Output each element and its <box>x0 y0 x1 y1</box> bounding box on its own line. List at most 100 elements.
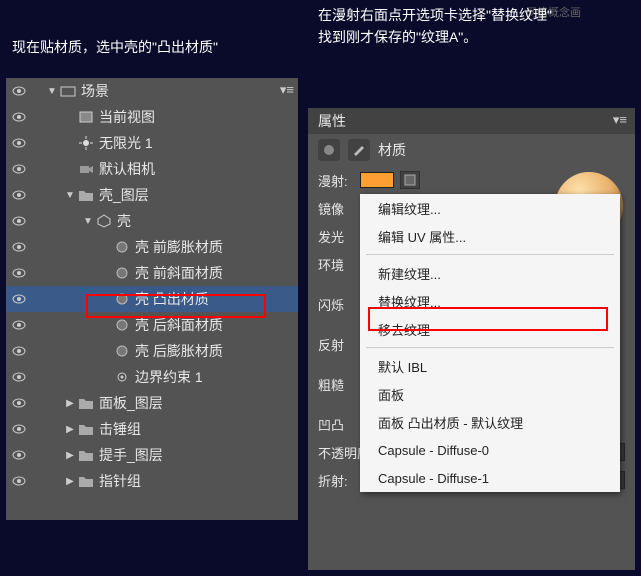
menu-item[interactable]: 移去纹理 <box>360 315 620 343</box>
tree-row-label: 壳 后膨胀材质 <box>135 341 223 361</box>
expand-arrow-icon[interactable]: ▼ <box>45 86 59 97</box>
tree-row[interactable]: 壳 后膨胀材质 <box>6 338 298 364</box>
visibility-eye-icon[interactable] <box>10 396 28 410</box>
folder-icon <box>77 187 95 203</box>
tree-row-label: 默认相机 <box>99 159 155 179</box>
diffuse-texture-button[interactable] <box>400 171 420 189</box>
texture-context-menu: 编辑纹理...编辑 UV 属性... 新建纹理...替换纹理...移去纹理默认 I… <box>360 194 620 492</box>
properties-title: 属性 <box>318 111 346 131</box>
properties-header: 属性 ▾≡ <box>308 108 635 134</box>
material-icon <box>113 317 131 333</box>
collapse-arrow-icon[interactable]: ▶ <box>63 476 77 487</box>
tree-row[interactable]: 无限光 1 <box>6 130 298 156</box>
diffuse-row: 漫射: <box>308 166 635 194</box>
visibility-eye-icon[interactable] <box>10 84 28 98</box>
camera-icon <box>77 161 95 177</box>
visibility-eye-icon[interactable] <box>10 422 28 436</box>
collapse-arrow-icon[interactable]: ▶ <box>63 424 77 435</box>
visibility-eye-icon[interactable] <box>10 318 28 332</box>
visibility-eye-icon[interactable] <box>10 474 28 488</box>
visibility-eye-icon[interactable] <box>10 448 28 462</box>
tree-row-label: 当前视图 <box>99 107 155 127</box>
material-mode-icon[interactable] <box>318 139 340 161</box>
collapse-arrow-icon[interactable]: ▶ <box>63 450 77 461</box>
menu-item[interactable]: 面板 <box>360 380 620 408</box>
visibility-eye-icon[interactable] <box>10 162 28 176</box>
material-icon <box>113 343 131 359</box>
tree-row-label: 场景 <box>81 81 109 101</box>
visibility-eye-icon[interactable] <box>10 370 28 384</box>
tree-row-label: 无限光 1 <box>99 133 153 153</box>
tree-row[interactable]: ▼ 壳_图层 <box>6 182 298 208</box>
visibility-eye-icon[interactable] <box>10 188 28 202</box>
visibility-eye-icon[interactable] <box>10 292 28 306</box>
menu-item[interactable]: 编辑纹理... <box>360 194 620 222</box>
emit-label: 发光 <box>318 227 354 246</box>
menu-item[interactable]: 默认 IBL <box>360 352 620 380</box>
blink-label: 闪烁 <box>318 295 354 314</box>
menu-item[interactable]: 替换纹理... <box>360 287 620 315</box>
menu-item[interactable]: 面板 凸出材质 - 默认纹理 <box>360 408 620 436</box>
menu-item[interactable]: Capsule - Diffuse-0 <box>360 436 620 464</box>
menu-separator <box>366 254 614 255</box>
visibility-eye-icon[interactable] <box>10 344 28 358</box>
tree-row-label: 壳_图层 <box>99 185 149 205</box>
tree-row[interactable]: ▼壳 <box>6 208 298 234</box>
visibility-eye-icon[interactable] <box>10 110 28 124</box>
tree-row-label: 指针组 <box>99 471 141 491</box>
tree-row[interactable]: 当前视图 <box>6 104 298 130</box>
tree-row[interactable]: 壳 前斜面材质 <box>6 260 298 286</box>
tree-row-label: 壳 凸出材质 <box>135 289 209 309</box>
visibility-eye-icon[interactable] <box>10 240 28 254</box>
visibility-eye-icon[interactable] <box>10 214 28 228</box>
tree-row-label: 面板_图层 <box>99 393 163 413</box>
refract-label: 折射: <box>318 471 354 490</box>
tree-row-label: 提手_图层 <box>99 445 163 465</box>
tree-row[interactable]: 壳 凸出材质 <box>6 286 298 312</box>
instruction-right-1: 在漫射右面点开选项卡选择"替换纹理" <box>318 4 552 26</box>
env-label: 环境 <box>318 255 354 274</box>
tree-row[interactable]: 壳 前膨胀材质 <box>6 234 298 260</box>
tree-row[interactable]: ▶ 提手_图层 <box>6 442 298 468</box>
view-icon <box>77 109 95 125</box>
brush-mode-icon[interactable] <box>348 139 370 161</box>
diffuse-color-swatch[interactable] <box>360 172 394 188</box>
reflect-label: 反射 <box>318 335 354 354</box>
tree-row-label: 壳 前膨胀材质 <box>135 237 223 257</box>
menu-item[interactable]: Capsule - Diffuse-1 <box>360 464 620 492</box>
scene-icon <box>59 83 77 99</box>
tree-row[interactable]: ▼ 场景 <box>6 78 298 104</box>
properties-menu-icon[interactable]: ▾≡ <box>613 112 627 128</box>
tree-row[interactable]: 默认相机 <box>6 156 298 182</box>
expand-arrow-icon[interactable]: ▼ <box>81 216 95 227</box>
folder-icon <box>77 395 95 411</box>
properties-toolbar: 材质 <box>308 134 635 166</box>
tree-row[interactable]: ▶ 指针组 <box>6 468 298 494</box>
visibility-eye-icon[interactable] <box>10 136 28 150</box>
constraint-icon <box>113 369 131 385</box>
tree-row[interactable]: 边界约束 1 <box>6 364 298 390</box>
specular-label: 镜像 <box>318 199 354 218</box>
diffuse-label: 漫射: <box>318 171 354 190</box>
mesh-icon <box>95 213 113 229</box>
menu-item[interactable]: 新建纹理... <box>360 259 620 287</box>
menu-separator <box>366 347 614 348</box>
visibility-eye-icon[interactable] <box>10 266 28 280</box>
material-icon <box>113 291 131 307</box>
tree-row[interactable]: ▶ 面板_图层 <box>6 390 298 416</box>
collapse-arrow-icon[interactable]: ▶ <box>63 398 77 409</box>
light-icon <box>77 135 95 151</box>
layers-panel: ▾≡ ▼场景当前视图无限光 1默认相机▼壳_图层▼壳壳 前膨胀材质壳 前斜面材质… <box>6 78 298 520</box>
tree-row[interactable]: ▶ 击锤组 <box>6 416 298 442</box>
rough-label: 粗糙 <box>318 375 354 394</box>
tree-row[interactable]: 壳 后斜面材质 <box>6 312 298 338</box>
tree-row-label: 壳 后斜面材质 <box>135 315 223 335</box>
instruction-right-2: 找到刚才保存的"纹理A"。 <box>318 26 477 48</box>
tree-row-label: 击锤组 <box>99 419 141 439</box>
tree-row-label: 壳 前斜面材质 <box>135 263 223 283</box>
instruction-left: 现在贴材质，选中壳的"凸出材质" <box>12 36 218 58</box>
material-icon <box>113 265 131 281</box>
menu-item[interactable]: 编辑 UV 属性... <box>360 222 620 250</box>
material-icon <box>113 239 131 255</box>
expand-arrow-icon[interactable]: ▼ <box>63 190 77 201</box>
